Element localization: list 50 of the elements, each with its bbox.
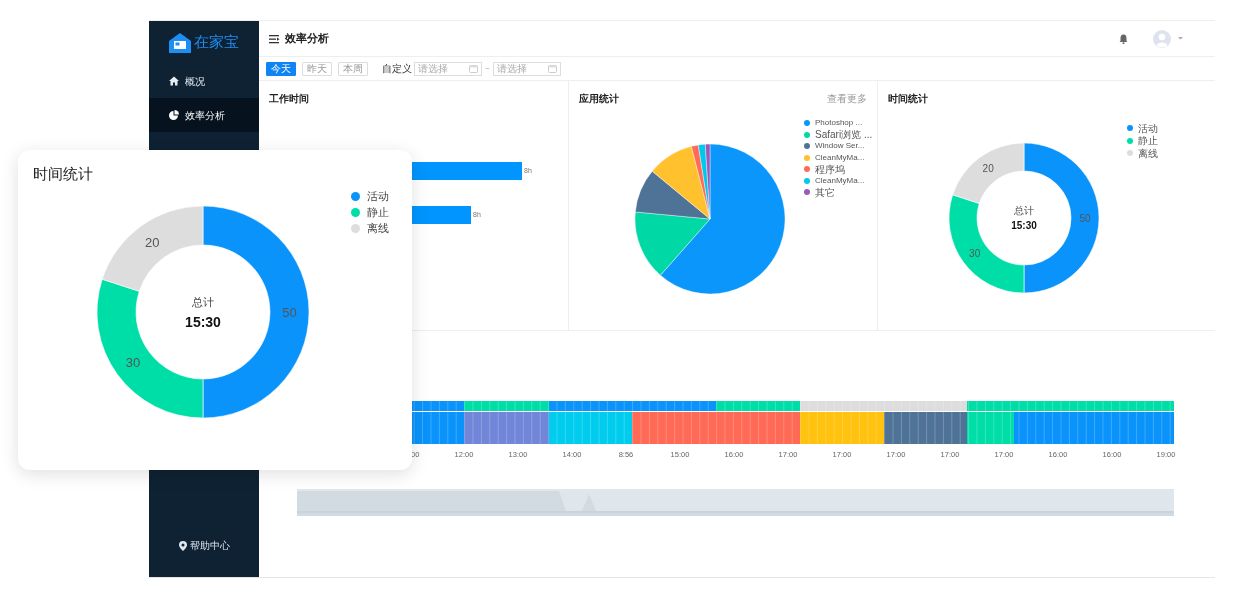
panel-title: 应用统计 — [579, 92, 619, 106]
legend-item: CleanMyMa... — [804, 152, 873, 163]
legend-item: Photoshop ... — [804, 118, 873, 129]
legend-item: CleanMyMa... — [804, 175, 873, 186]
page-title: 效率分析 — [285, 31, 329, 47]
panel-title: 工作时间 — [269, 92, 310, 106]
legend-item: 程序坞 — [804, 164, 873, 175]
data-label: 50 — [282, 304, 297, 320]
help-link[interactable]: 帮助中心 — [149, 538, 259, 553]
legend-label: 离线 — [367, 221, 389, 237]
legend-item: Safari浏览 ... — [804, 129, 873, 140]
range-button[interactable]: 今天 — [266, 61, 296, 76]
legend-label: 离线 — [1138, 146, 1158, 161]
menu-icon — [269, 33, 280, 44]
legend-label: 活动 — [1138, 121, 1158, 135]
range-separator: ~ — [485, 62, 490, 75]
bell-icon — [1119, 33, 1128, 44]
data-label: 50 — [1079, 212, 1091, 224]
date-field[interactable]: 请选择 — [414, 61, 482, 76]
caret-icon — [1178, 37, 1183, 40]
total-value: 15:30 — [1011, 220, 1037, 231]
legend-label: 静止 — [1138, 134, 1158, 148]
location-pin-icon — [178, 540, 187, 551]
data-label: 30 — [125, 354, 141, 370]
house-logo-icon — [169, 32, 191, 53]
home-icon — [169, 76, 179, 86]
legend-item: 其它 — [804, 187, 873, 198]
legend-item: Window Ser... — [804, 141, 873, 152]
data-label: 30 — [969, 248, 981, 260]
legend-label: 活动 — [367, 189, 389, 205]
data-label: 20 — [144, 234, 160, 250]
sidebar-item[interactable]: 概况 — [149, 64, 259, 98]
calendar-icon — [547, 64, 557, 73]
total-label: 总计 — [192, 295, 214, 308]
total-label: 总计 — [1014, 205, 1034, 216]
more-link[interactable]: 查看更多 — [827, 91, 867, 106]
logo-text: 在家宝 — [194, 32, 239, 53]
calendar-icon — [469, 64, 478, 73]
pie-chart-icon — [169, 110, 179, 120]
panel-title: 时间统计 — [888, 92, 929, 106]
range-button[interactable]: 本周 — [338, 61, 368, 76]
date-field[interactable]: 请选择 — [492, 61, 561, 76]
legend-label: 静止 — [367, 205, 389, 221]
sidebar-item[interactable]: 效率分析 — [149, 98, 259, 132]
avatar-icon — [1153, 29, 1171, 48]
total-value: 15:30 — [185, 313, 221, 330]
card-title: 时间统计 — [33, 164, 94, 184]
custom-label: 自定义 — [382, 62, 412, 76]
range-button[interactable]: 昨天 — [302, 61, 332, 76]
data-label: 20 — [982, 163, 994, 175]
